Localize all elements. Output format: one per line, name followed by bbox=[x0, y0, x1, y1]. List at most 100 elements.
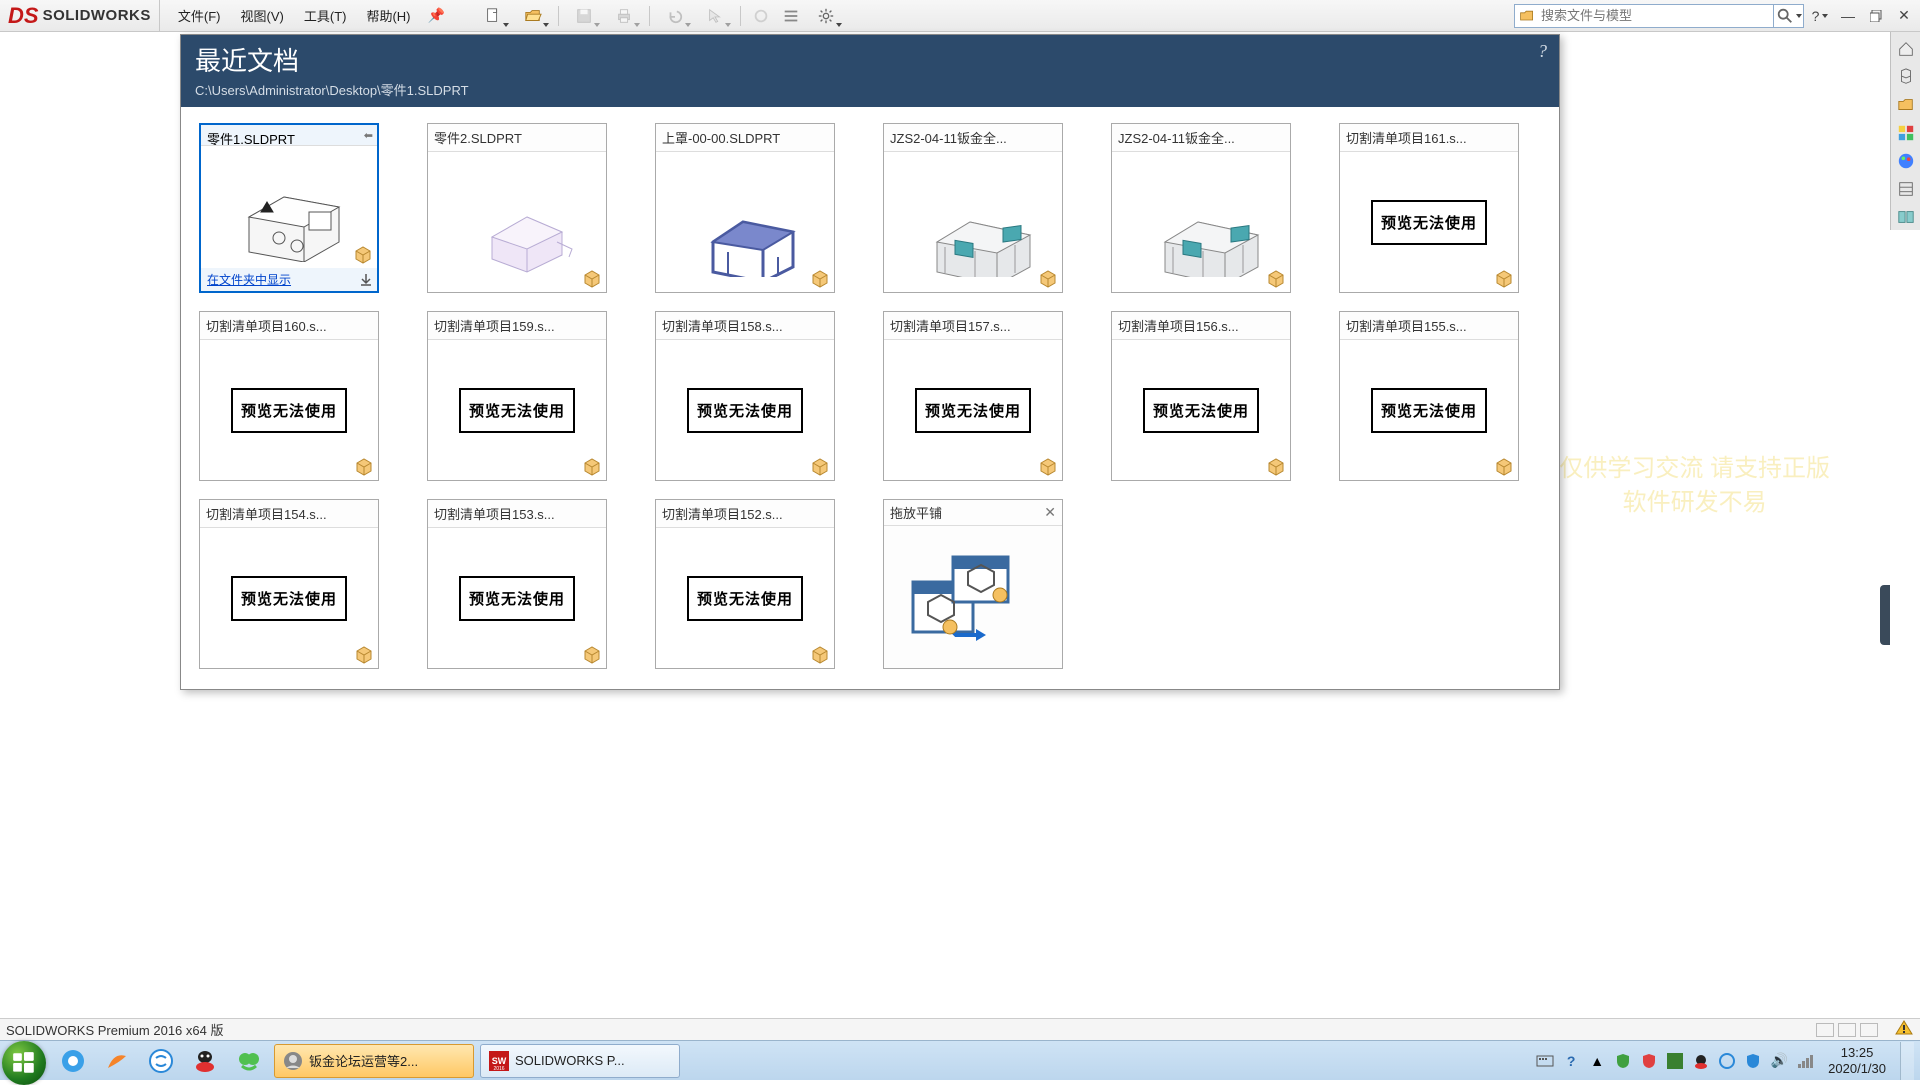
doc-card[interactable]: 上罩-00-00.SLDPRT bbox=[655, 123, 835, 293]
taskbar-app-label: SOLIDWORKS P... bbox=[515, 1053, 625, 1068]
package-icon bbox=[582, 456, 602, 476]
doc-name: 切割清单项目152.s... bbox=[656, 500, 834, 528]
doc-name: 零件1.SLDPRT⬅ bbox=[201, 125, 377, 146]
show-desktop-button[interactable] bbox=[1900, 1042, 1914, 1080]
no-preview-label: 预览无法使用 bbox=[459, 388, 575, 433]
doc-card[interactable]: JZS2-04-11钣金全... bbox=[1111, 123, 1291, 293]
pinned-app-2[interactable] bbox=[98, 1044, 136, 1078]
tray-qq-icon[interactable] bbox=[1692, 1052, 1710, 1070]
recent-help-icon[interactable]: ? bbox=[1538, 41, 1547, 62]
doc-preview: 预览无法使用 bbox=[428, 340, 606, 480]
package-icon bbox=[354, 644, 374, 664]
svg-text:2016: 2016 bbox=[493, 1066, 504, 1071]
doc-name: 切割清单项目157.s... bbox=[884, 312, 1062, 340]
tray-shield-icon[interactable] bbox=[1614, 1052, 1632, 1070]
tray-icons[interactable]: ? ▲ 🔊 bbox=[1536, 1052, 1814, 1070]
file-explorer-icon[interactable] bbox=[1893, 120, 1919, 146]
doc-card[interactable]: JZS2-04-11钣金全... bbox=[883, 123, 1063, 293]
settings-button[interactable] bbox=[808, 3, 844, 29]
search-button[interactable] bbox=[1774, 4, 1804, 28]
menu-help[interactable]: 帮助(H) bbox=[356, 2, 420, 29]
doc-name: JZS2-04-11钣金全... bbox=[884, 124, 1062, 152]
doc-card[interactable]: 切割清单项目152.s...预览无法使用 bbox=[655, 499, 835, 669]
tray-nvidia-icon[interactable] bbox=[1666, 1052, 1684, 1070]
doc-card[interactable]: 切割清单项目156.s...预览无法使用 bbox=[1111, 311, 1291, 481]
taskbar-app-label: 钣金论坛运营等2... bbox=[309, 1051, 418, 1070]
pinned-app-1[interactable] bbox=[54, 1044, 92, 1078]
doc-card[interactable]: 零件2.SLDPRT bbox=[427, 123, 607, 293]
download-icon[interactable] bbox=[359, 273, 373, 287]
help-button[interactable]: ? bbox=[1808, 4, 1832, 28]
doc-card[interactable]: 切割清单项目159.s...预览无法使用 bbox=[427, 311, 607, 481]
doc-card[interactable]: 零件1.SLDPRT⬅ 在文件夹中显示 bbox=[199, 123, 379, 293]
show-in-folder-link[interactable]: 在文件夹中显示 bbox=[201, 268, 377, 291]
status-seg-3 bbox=[1860, 1023, 1878, 1037]
doc-card[interactable]: 切割清单项目154.s...预览无法使用 bbox=[199, 499, 379, 669]
close-button[interactable]: ✕ bbox=[1892, 4, 1916, 28]
doc-name: 切割清单项目156.s... bbox=[1112, 312, 1290, 340]
tray-volume-icon[interactable]: 🔊 bbox=[1770, 1052, 1788, 1070]
menu-view[interactable]: 视图(V) bbox=[231, 2, 294, 29]
pin-icon[interactable]: ⬅ bbox=[364, 129, 373, 142]
doc-preview bbox=[201, 146, 377, 268]
save-button[interactable] bbox=[566, 3, 602, 29]
taskbar-app[interactable]: SW2016 SOLIDWORKS P... bbox=[480, 1044, 680, 1078]
doc-card[interactable]: 切割清单项目155.s...预览无法使用 bbox=[1339, 311, 1519, 481]
custom-props-icon[interactable] bbox=[1893, 204, 1919, 230]
package-icon bbox=[810, 456, 830, 476]
pinned-app-3[interactable] bbox=[142, 1044, 180, 1078]
drag-illustration bbox=[884, 526, 1062, 668]
taskbar-app[interactable]: 钣金论坛运营等2... bbox=[274, 1044, 474, 1078]
home-icon[interactable] bbox=[1893, 36, 1919, 62]
package-icon bbox=[1038, 268, 1058, 288]
doc-card[interactable]: 切割清单项目160.s...预览无法使用 bbox=[199, 311, 379, 481]
doc-name: 上罩-00-00.SLDPRT bbox=[656, 124, 834, 152]
pinned-app-5[interactable] bbox=[230, 1044, 268, 1078]
select-button[interactable] bbox=[697, 3, 733, 29]
options-list-button[interactable] bbox=[778, 3, 804, 29]
print-button[interactable] bbox=[606, 3, 642, 29]
status-seg-1 bbox=[1816, 1023, 1834, 1037]
tray-help-icon[interactable]: ? bbox=[1562, 1052, 1580, 1070]
appearances-icon[interactable] bbox=[1893, 176, 1919, 202]
recent-header: 最近文档 C:\Users\Administrator\Desktop\零件1.… bbox=[181, 35, 1559, 107]
pin-icon[interactable]: 📌 bbox=[429, 8, 445, 24]
drag-drop-tile[interactable]: 拖放平铺✕ bbox=[883, 499, 1063, 669]
app-logo: DS SOLIDWORKS bbox=[0, 0, 160, 31]
tray-up-arrow-icon[interactable]: ▲ bbox=[1588, 1052, 1606, 1070]
minimize-button[interactable]: — bbox=[1836, 4, 1860, 28]
status-bar: SOLIDWORKS Premium 2016 x64 版 bbox=[0, 1018, 1920, 1040]
design-lib-icon[interactable] bbox=[1893, 92, 1919, 118]
tray-cloud-icon[interactable] bbox=[1718, 1052, 1736, 1070]
search-box[interactable] bbox=[1514, 4, 1774, 28]
tray-av-icon[interactable] bbox=[1640, 1052, 1658, 1070]
doc-card[interactable]: 切割清单项目157.s...预览无法使用 bbox=[883, 311, 1063, 481]
tray-keyboard-icon[interactable] bbox=[1536, 1052, 1554, 1070]
resources-icon[interactable] bbox=[1893, 64, 1919, 90]
doc-card[interactable]: 切割清单项目158.s...预览无法使用 bbox=[655, 311, 835, 481]
tray-security-icon[interactable] bbox=[1744, 1052, 1762, 1070]
side-collapse-handle[interactable] bbox=[1880, 585, 1890, 645]
no-preview-label: 预览无法使用 bbox=[231, 388, 347, 433]
start-button[interactable] bbox=[2, 1041, 46, 1085]
view-palette-icon[interactable] bbox=[1893, 148, 1919, 174]
doc-card[interactable]: 切割清单项目161.s...预览无法使用 bbox=[1339, 123, 1519, 293]
task-pane bbox=[1890, 32, 1920, 230]
doc-card[interactable]: 切割清单项目153.s...预览无法使用 bbox=[427, 499, 607, 669]
tray-network-icon[interactable] bbox=[1796, 1052, 1814, 1070]
rebuild-button[interactable] bbox=[748, 3, 774, 29]
restore-button[interactable] bbox=[1864, 4, 1888, 28]
package-icon bbox=[353, 244, 373, 264]
undo-button[interactable] bbox=[657, 3, 693, 29]
tray-clock[interactable]: 13:25 2020/1/30 bbox=[1822, 1045, 1892, 1076]
menu-file[interactable]: 文件(F) bbox=[168, 2, 231, 29]
recent-path: C:\Users\Administrator\Desktop\零件1.SLDPR… bbox=[195, 80, 1545, 99]
new-doc-button[interactable] bbox=[475, 3, 511, 29]
menu-tools[interactable]: 工具(T) bbox=[294, 2, 357, 29]
svg-text:SW: SW bbox=[492, 1056, 507, 1066]
open-doc-button[interactable] bbox=[515, 3, 551, 29]
pinned-app-4[interactable] bbox=[186, 1044, 224, 1078]
status-alert-icon[interactable] bbox=[1894, 1020, 1914, 1039]
search-input[interactable] bbox=[1535, 8, 1769, 23]
close-icon[interactable]: ✕ bbox=[1044, 504, 1056, 521]
